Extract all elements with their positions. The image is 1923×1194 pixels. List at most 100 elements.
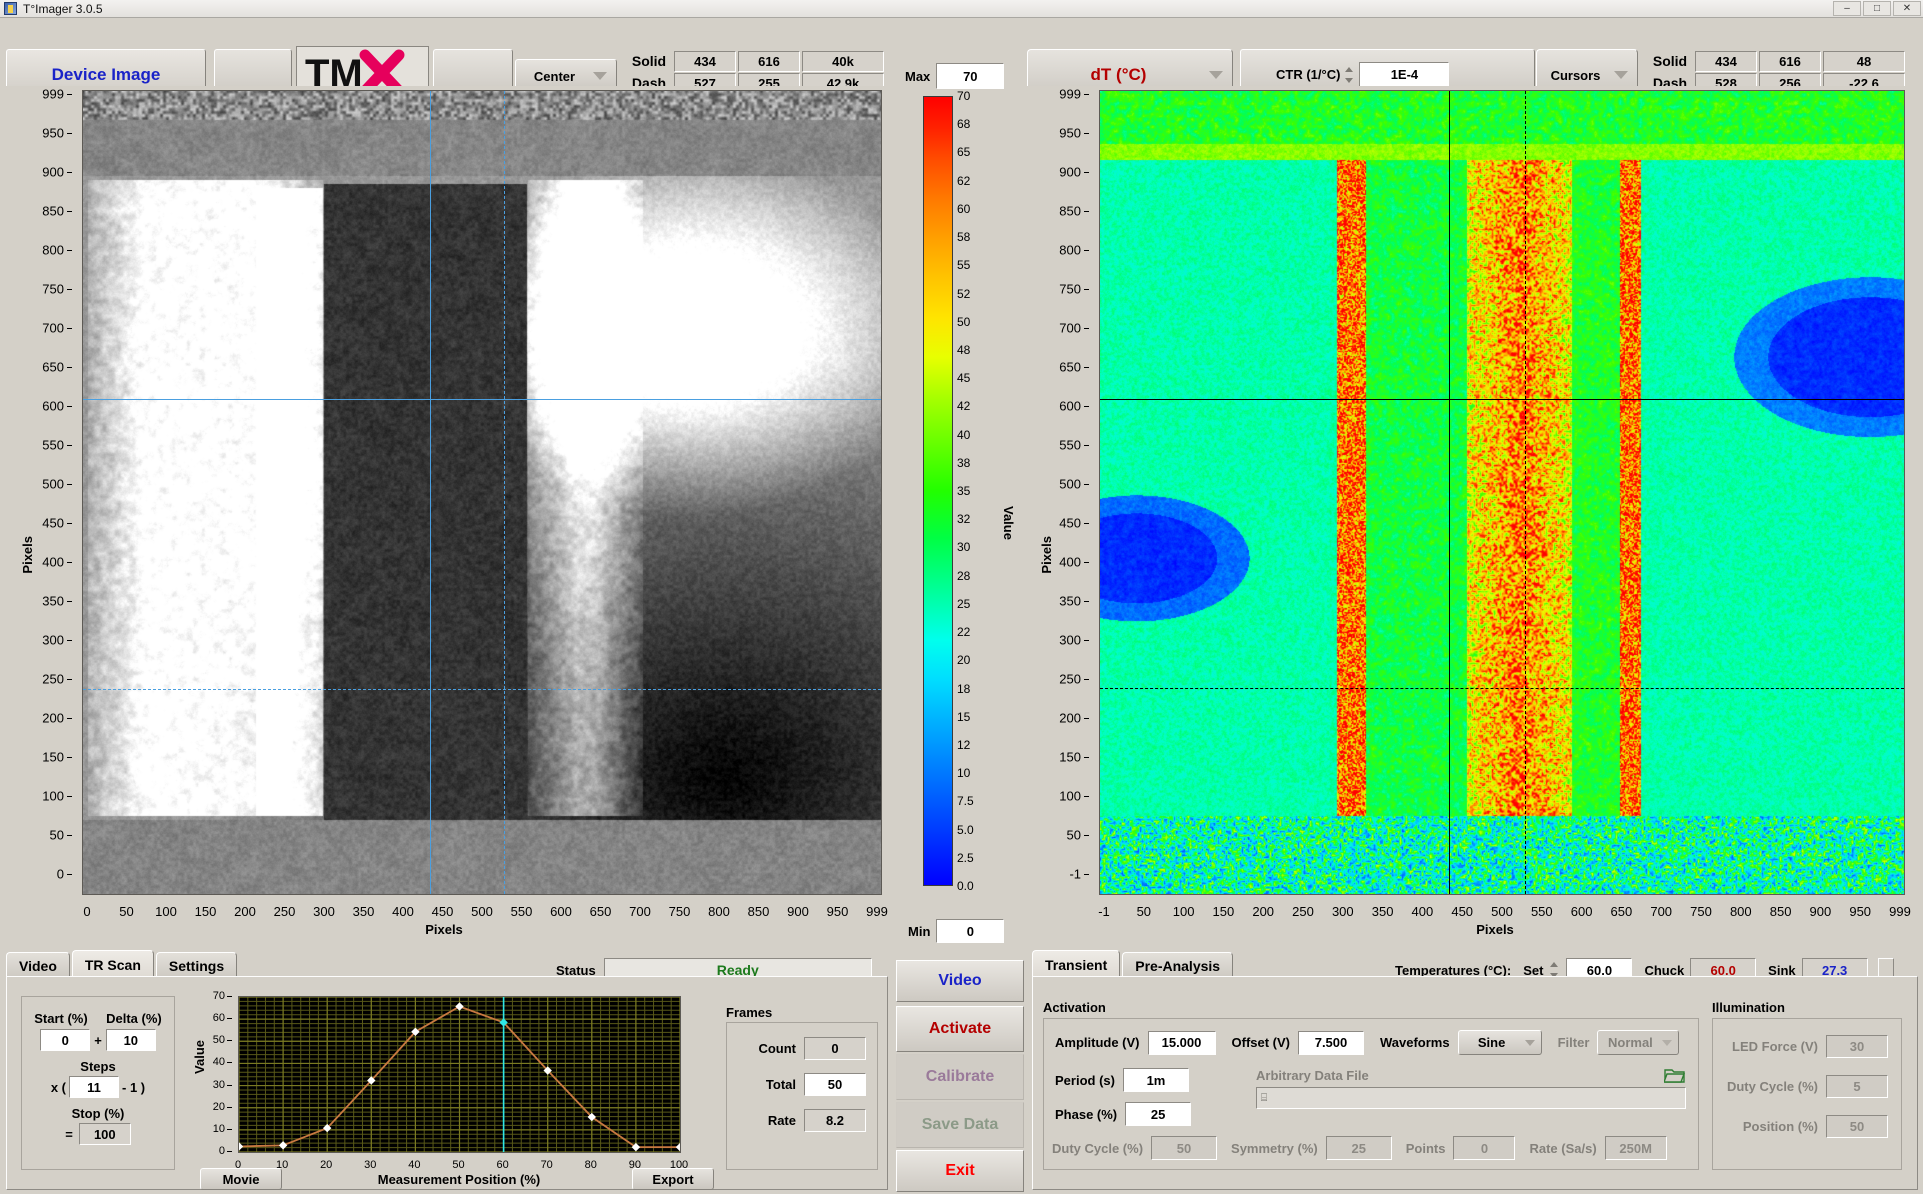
axis-tick-label: -1	[1069, 866, 1081, 882]
start-label: Start (%)	[34, 1011, 88, 1026]
calibrate-button[interactable]: Calibrate	[896, 1054, 1024, 1100]
colorbar-tick-label: 58	[957, 230, 971, 245]
colorbar-tick-label: 18	[957, 681, 971, 696]
dash-cursor-vertical[interactable]	[1524, 91, 1526, 894]
solid-cursor-horizontal[interactable]	[83, 398, 881, 400]
axis-tick-label: 999	[42, 86, 64, 102]
device-image-view[interactable]	[82, 90, 882, 895]
colorbar-tick-label: 7.5	[957, 794, 974, 809]
path-icon: ⌸	[1260, 1091, 1268, 1104]
axis-tick-label: 850	[42, 203, 64, 219]
ctr-spinner[interactable]	[1344, 65, 1355, 85]
frames-rate-label: Rate	[767, 1112, 796, 1128]
phase-label: Phase (%)	[1055, 1106, 1118, 1122]
period-input[interactable]: 1m	[1122, 1068, 1189, 1092]
axis-tick	[67, 757, 72, 758]
align-combo-value: Center	[533, 68, 576, 84]
phase-input[interactable]: 25	[1125, 1102, 1192, 1126]
solid-cursor-vertical[interactable]	[429, 91, 431, 894]
tab-tr-scan[interactable]: TR Scan	[71, 950, 154, 978]
symmetry-label: Symmetry (%)	[1231, 1140, 1318, 1156]
axis-tick-label: 200	[1059, 710, 1081, 726]
arbitrary-file-block: Arbitrary Data File ⌸	[1256, 1066, 1686, 1109]
axis-tick-label: 200	[1252, 904, 1275, 919]
solid-x-value: 434	[674, 50, 736, 72]
chevron-down-icon	[1524, 1039, 1535, 1046]
activate-button[interactable]: Activate	[896, 1006, 1024, 1052]
stop-value: 100	[78, 1123, 131, 1145]
scan-chart[interactable]	[238, 996, 681, 1153]
filter-combo[interactable]: Normal	[1597, 1030, 1680, 1055]
close-button[interactable]: ✕	[1893, 1, 1921, 16]
thermal-image-view[interactable]	[1099, 90, 1905, 895]
steps-prefix: x (	[50, 1079, 67, 1095]
axis-tick-label: 600	[1570, 904, 1593, 919]
scan-chart-x-axis: 0 10 20 30 40 50 60 70 80 90 100	[235, 1156, 688, 1172]
axis-tick	[67, 484, 72, 485]
arbitrary-file-label: Arbitrary Data File	[1256, 1067, 1369, 1083]
ctr-input[interactable]: 1E-4	[1359, 62, 1450, 87]
axis-tick-label: 70	[212, 990, 225, 1002]
movie-button[interactable]: Movie	[200, 1168, 282, 1190]
colorbar-gradient[interactable]	[923, 96, 953, 886]
exit-button[interactable]: Exit	[896, 1150, 1024, 1192]
save-data-button[interactable]: Save Data	[896, 1102, 1024, 1148]
delta-input[interactable]: 10	[105, 1029, 156, 1051]
axis-tick-label: 600	[550, 904, 572, 919]
axis-tick-label: 800	[1059, 242, 1081, 258]
axis-tick-label: 300	[42, 632, 64, 648]
start-input[interactable]: 0	[40, 1029, 91, 1051]
solid-y-value: 616	[738, 50, 800, 72]
export-button[interactable]: Export	[632, 1168, 714, 1190]
colorbar-tick-label: 45	[957, 371, 971, 386]
axis-tick-label: 800	[1729, 904, 1752, 919]
maximize-button[interactable]: □	[1863, 1, 1891, 16]
tab-settings[interactable]: Settings	[155, 952, 238, 978]
axis-tick	[1084, 250, 1089, 251]
dash-cursor-vertical[interactable]	[503, 91, 505, 894]
window-controls[interactable]: – □ ✕	[1833, 1, 1921, 16]
colorbar-tick-label: 55	[957, 258, 971, 273]
axis-tick-label: -1	[1098, 904, 1110, 919]
min-input[interactable]: 0	[936, 919, 1005, 943]
tab-transient[interactable]: Transient	[1032, 950, 1121, 978]
axis-tick-label: 600	[1059, 398, 1081, 414]
waveforms-combo[interactable]: Sine	[1457, 1030, 1542, 1055]
scan-chart-y-axis: 70 60 50 40 30 20 10 0	[205, 990, 233, 1157]
offset-input[interactable]: 7.500	[1298, 1030, 1364, 1055]
illumination-content: LED Force (V) 30 Duty Cycle (%) 5 Positi…	[1716, 1026, 1898, 1146]
stop-label: Stop (%)	[71, 1106, 125, 1121]
axis-tick-label: 200	[42, 710, 64, 726]
axis-tick-label: 150	[42, 749, 64, 765]
dash-cursor-horizontal[interactable]	[1100, 688, 1904, 690]
minimize-button[interactable]: –	[1833, 1, 1861, 16]
solid-cursor-vertical[interactable]	[1449, 91, 1451, 894]
axis-tick-label: 650	[1610, 904, 1633, 919]
tab-pre-analysis[interactable]: Pre-Analysis	[1122, 952, 1234, 978]
axis-tick-label: 250	[273, 904, 296, 919]
right-image-x-axis: -1 50 100 150 200 250 300 350 400 450 500 550 600 650…	[1098, 900, 1911, 919]
colorbar-tick-label: 65	[957, 145, 971, 160]
table-row: Solid 434 616 48	[1645, 50, 1907, 72]
axis-tick	[67, 640, 72, 641]
folder-browse-icon[interactable]	[1662, 1066, 1686, 1084]
amplitude-input[interactable]: 15.000	[1147, 1030, 1216, 1055]
tab-video[interactable]: Video	[6, 952, 70, 978]
axis-tick-label: 50	[49, 827, 64, 843]
led-force-value: 30	[1826, 1034, 1888, 1058]
frames-total-input[interactable]: 50	[804, 1072, 866, 1096]
left-tab-bar[interactable]: Video TR Scan Settings	[6, 950, 239, 978]
activation-title: Activation	[1043, 1000, 1106, 1015]
dash-cursor-horizontal[interactable]	[83, 689, 881, 691]
amplitude-label: Amplitude (V)	[1055, 1035, 1140, 1050]
min-control: Min 0	[908, 918, 1020, 944]
steps-input[interactable]: 11	[69, 1076, 120, 1098]
axis-tick-label: 150	[1212, 904, 1235, 919]
colorbar-ticks: 70 68 65 62 60 58 55 52 50 48 45 42 40 38 35 32 30 28 25 22…	[957, 89, 997, 893]
axis-tick-label: 600	[42, 398, 64, 414]
video-button[interactable]: Video	[896, 960, 1024, 1002]
right-tab-bar[interactable]: Transient Pre-Analysis	[1032, 950, 1235, 978]
arbitrary-file-input[interactable]: ⌸	[1256, 1087, 1686, 1109]
solid-cursor-horizontal[interactable]	[1100, 398, 1904, 400]
scan-chart-svg	[239, 997, 680, 1152]
